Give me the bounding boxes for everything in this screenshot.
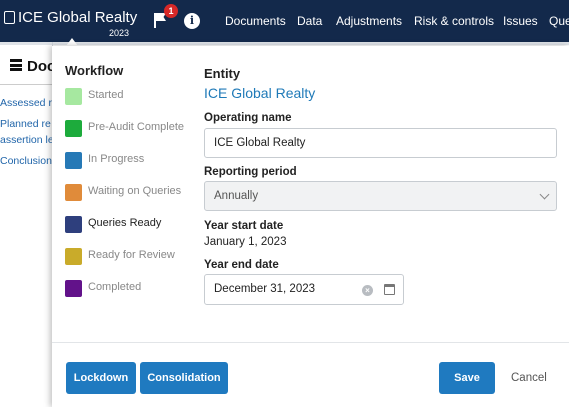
app-title: ICE Global Realty <box>18 9 138 26</box>
reporting-period-label: Reporting period <box>204 166 297 178</box>
reporting-period-value: Annually <box>214 190 259 202</box>
workflow-item-label: Pre-Audit Complete <box>88 121 184 133</box>
reporting-period-select[interactable]: Annually <box>204 181 557 211</box>
consolidation-button[interactable]: Consolidation <box>140 362 228 394</box>
workflow-item-label: Queries Ready <box>88 217 162 229</box>
entity-name-link[interactable]: ICE Global Realty <box>204 85 315 101</box>
workflow-swatch <box>65 88 82 105</box>
clear-icon[interactable]: × <box>362 285 373 296</box>
workflow-swatch <box>65 184 82 201</box>
workflow-item-ready-for-review[interactable]: Ready for Review <box>65 247 205 265</box>
background-link-conclusion[interactable]: Conclusion <box>0 155 52 167</box>
workflow-item-waiting-on-queries[interactable]: Waiting on Queries <box>65 183 205 201</box>
flag-icon <box>154 13 156 28</box>
workflow-item-in-progress[interactable]: In Progress <box>65 151 205 169</box>
operating-name-label: Operating name <box>204 112 292 124</box>
workflow-swatch <box>65 216 82 233</box>
workflow-swatch <box>65 120 82 137</box>
nav-documents[interactable]: Documents <box>225 14 286 28</box>
background-link-assessed[interactable]: Assessed r <box>0 97 52 109</box>
nav-risk-controls[interactable]: Risk & controls <box>414 14 494 28</box>
footer-divider <box>52 342 569 343</box>
workflow-item-label: In Progress <box>88 153 145 165</box>
background-link-assertion[interactable]: assertion le <box>0 134 54 146</box>
info-icon[interactable]: i <box>184 13 200 29</box>
background-divider <box>0 84 52 85</box>
workflow-item-pre-audit-complete[interactable]: Pre-Audit Complete <box>65 119 205 137</box>
year-end-value: December 31, 2023 <box>214 283 316 295</box>
calendar-icon[interactable] <box>384 284 395 295</box>
cancel-button[interactable]: Cancel <box>511 362 547 394</box>
notifications-button[interactable]: 1 <box>152 4 178 32</box>
modal-caret <box>66 38 78 46</box>
year-start-value: January 1, 2023 <box>204 236 287 248</box>
workflow-item-label: Completed <box>88 281 142 293</box>
operating-name-value: ICE Global Realty <box>214 137 306 149</box>
workflow-item-started[interactable]: Started <box>65 87 205 105</box>
brand-logo-icon <box>4 11 15 24</box>
workflow-item-label: Ready for Review <box>88 249 175 261</box>
save-button[interactable]: Save <box>439 362 495 394</box>
list-icon <box>10 59 22 71</box>
workflow-item-label: Waiting on Queries <box>88 185 182 197</box>
chevron-down-icon <box>539 189 550 200</box>
workflow-item-queries-ready[interactable]: Queries Ready <box>65 215 205 233</box>
operating-name-field[interactable]: ICE Global Realty <box>204 128 557 158</box>
workflow-title: Workflow <box>65 63 124 78</box>
workflow-item-completed[interactable]: Completed <box>65 279 205 297</box>
workflow-swatch <box>65 152 82 169</box>
background-strip <box>0 42 569 45</box>
year-end-date-field[interactable]: December 31, 2023 × <box>204 274 404 305</box>
nav-adjustments[interactable]: Adjustments <box>336 14 402 28</box>
top-nav-bar: ICE Global Realty 2023 1 i Documents Dat… <box>0 0 569 42</box>
entity-label: Entity <box>204 66 241 81</box>
app-year: 2023 <box>109 28 130 38</box>
nav-data[interactable]: Data <box>297 14 322 28</box>
notification-badge: 1 <box>164 4 178 18</box>
workflow-swatch <box>65 280 82 297</box>
nav-issues[interactable]: Issues <box>503 14 538 28</box>
lockdown-button[interactable]: Lockdown <box>66 362 136 394</box>
nav-queries[interactable]: Que <box>549 14 569 28</box>
workflow-swatch <box>65 248 82 265</box>
year-end-label: Year end date <box>204 259 279 271</box>
workflow-item-label: Started <box>88 89 124 101</box>
entity-settings-modal: Workflow Started Pre-Audit Complete In P… <box>52 46 569 407</box>
background-link-planned[interactable]: Planned re <box>0 118 51 130</box>
year-start-label: Year start date <box>204 220 284 232</box>
